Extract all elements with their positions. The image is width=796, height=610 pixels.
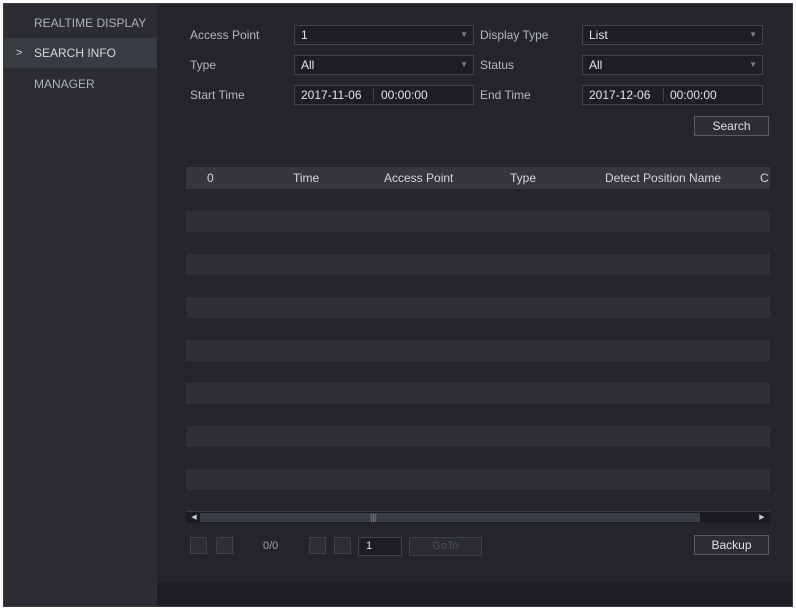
sidebar-item-label: SEARCH INFO [34,46,117,60]
table-header: 0 Time Access Point Type Detect Position… [186,167,770,189]
sidebar-item-search-info[interactable]: > SEARCH INFO [4,38,157,68]
status-select[interactable]: All ▼ [582,55,763,75]
grip-icon: ||| [370,512,378,522]
table-row[interactable] [186,361,770,383]
results-table: 0 Time Access Point Type Detect Position… [186,167,770,517]
next-page-button[interactable] [309,537,326,554]
chevron-right-icon: > [16,47,23,59]
end-time-field[interactable]: 2017-12-06 00:00:00 [582,85,763,105]
time-divider [373,88,374,102]
table-row[interactable] [186,210,770,232]
start-date-value: 2017-11-06 [301,88,362,102]
page-number-input[interactable]: 1 [358,537,402,556]
search-button[interactable]: Search [694,116,769,136]
sidebar-item-manager[interactable]: MANAGER [4,69,157,99]
start-time-label: Start Time [190,88,245,102]
display-type-value: List [589,28,608,42]
last-page-button[interactable] [334,537,351,554]
table-row[interactable] [186,468,770,490]
scroll-right-icon[interactable]: ▶ [756,512,768,523]
table-row[interactable] [186,189,770,211]
start-time-field[interactable]: 2017-11-06 00:00:00 [294,85,474,105]
column-header-c[interactable]: C [760,167,769,189]
access-point-select[interactable]: 1 ▼ [294,25,474,45]
column-header-type[interactable]: Type [510,167,536,189]
column-header-index[interactable]: 0 [207,167,214,189]
scrollbar-thumb[interactable]: ||| [200,512,700,522]
column-header-detect-position-name[interactable]: Detect Position Name [605,167,721,189]
end-date-value: 2017-12-06 [589,88,651,102]
type-value: All [301,58,315,72]
chevron-down-icon: ▼ [460,30,468,39]
access-point-label: Access Point [190,28,260,42]
sidebar: REALTIME DISPLAY > SEARCH INFO MANAGER [4,4,157,606]
type-label: Type [190,58,217,72]
column-header-access-point[interactable]: Access Point [384,167,453,189]
footer-strip [157,582,792,606]
start-clock-value: 00:00:00 [381,88,428,102]
table-row[interactable] [186,339,770,361]
sidebar-item-label: MANAGER [34,77,95,91]
table-row[interactable] [186,490,770,512]
chevron-down-icon: ▼ [460,60,468,69]
table-row[interactable] [186,275,770,297]
display-type-label: Display Type [480,28,549,42]
table-row[interactable] [186,253,770,275]
table-row[interactable] [186,318,770,340]
sidebar-item-realtime-display[interactable]: REALTIME DISPLAY [4,8,157,38]
status-label: Status [480,58,515,72]
table-row[interactable] [186,425,770,447]
chevron-down-icon: ▼ [749,60,757,69]
scroll-left-icon[interactable]: ◀ [188,512,200,523]
column-header-time[interactable]: Time [293,167,319,189]
horizontal-scrollbar[interactable]: ◀ ||| ▶ [186,511,770,523]
chevron-down-icon: ▼ [749,30,757,39]
type-select[interactable]: All ▼ [294,55,474,75]
table-row[interactable] [186,447,770,469]
goto-button[interactable]: GoTo [409,537,482,556]
end-time-label: End Time [480,88,531,102]
table-row[interactable] [186,404,770,426]
display-type-select[interactable]: List ▼ [582,25,763,45]
sidebar-item-label: REALTIME DISPLAY [34,16,147,30]
table-body [186,189,770,512]
first-page-button[interactable] [190,537,207,554]
end-clock-value: 00:00:00 [670,88,717,102]
time-divider [663,88,664,102]
previous-page-button[interactable] [216,537,233,554]
page-count: 0/0 [263,540,279,552]
access-point-value: 1 [301,28,308,42]
table-row[interactable] [186,296,770,318]
status-value: All [589,58,603,72]
table-row[interactable] [186,232,770,254]
backup-button[interactable]: Backup [694,535,769,555]
table-row[interactable] [186,382,770,404]
